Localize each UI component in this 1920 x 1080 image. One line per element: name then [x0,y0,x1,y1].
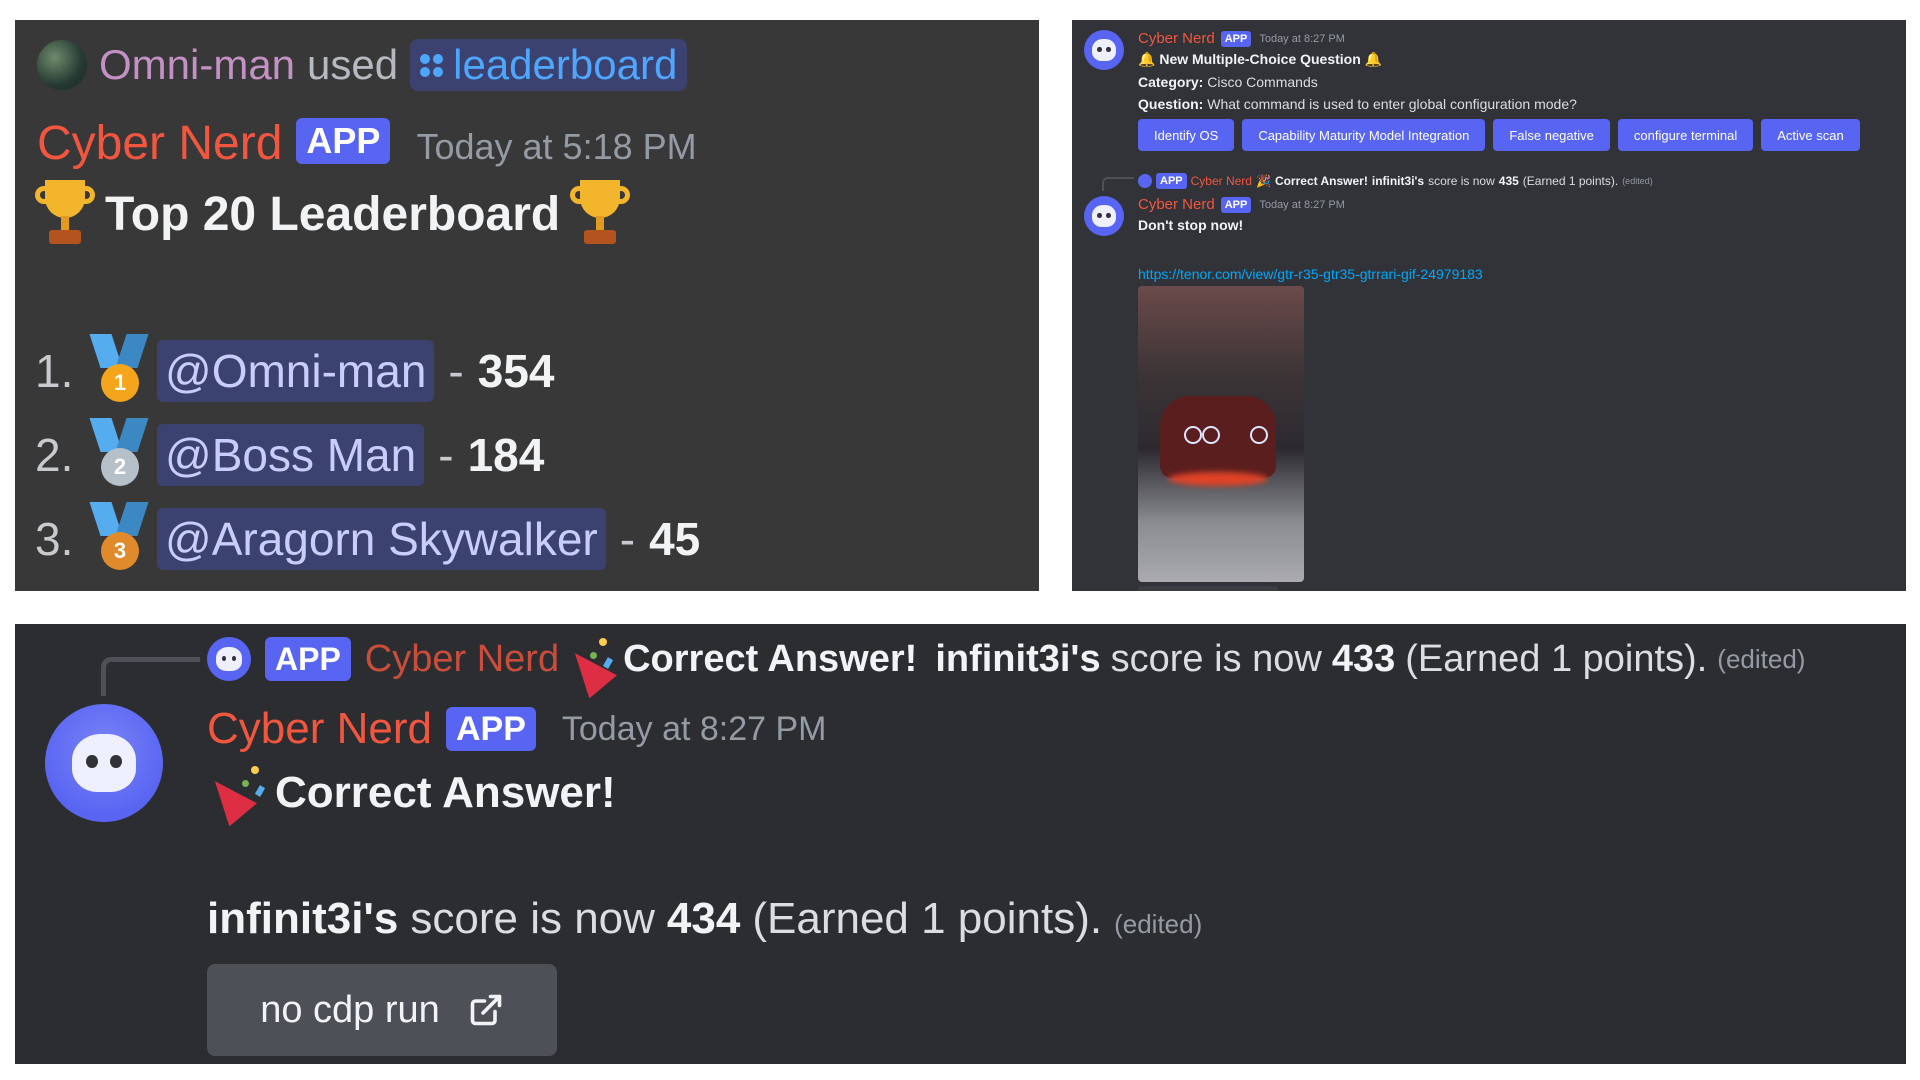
message-header: Cyber Nerd APP Today at 8:27 PM [1138,196,1345,213]
message-header: Cyber Nerd APP Today at 5:18 PM [37,116,697,171]
bot-avatar[interactable] [1084,196,1124,236]
choice-button[interactable]: configure terminal [1617,119,1754,151]
leaderboard-entry: 1. 1 @Omni-man - 354 [35,334,554,408]
bot-name[interactable]: Cyber Nerd [207,704,432,754]
command-name: leaderboard [453,41,678,88]
app-badge: APP [1220,30,1252,47]
answer-panel: APP Cyber Nerd Correct Answer! infinit3i… [15,624,1906,1064]
message-header: Cyber Nerd APP Today at 8:27 PM [207,704,827,754]
external-link-icon [470,994,502,1026]
choice-button[interactable]: Active scan [1761,119,1860,151]
rank-number: 2. [35,429,74,481]
bot-avatar[interactable] [45,704,163,822]
bot-name: Cyber Nerd [1190,174,1252,188]
bell-icon: 🔔 [1138,51,1156,67]
answer-heading: Correct Answer! [201,762,616,827]
bot-name[interactable]: Cyber Nerd [1138,30,1215,47]
leaderboard-entry: 3. 3 @Aragorn Skywalker - 45 [35,502,700,576]
bot-name: Cyber Nerd [364,637,560,680]
bot-avatar[interactable] [1084,30,1124,70]
app-badge: APP [1156,173,1187,189]
robot-icon [72,734,136,792]
invoker-name[interactable]: Omni-man [99,41,295,89]
app-badge: APP [265,637,351,681]
entry-score: 45 [649,513,701,565]
answer-choices: Identify OS Capability Maturity Model In… [1138,119,1860,151]
timestamp: Today at 8:27 PM [561,709,827,748]
leaderboard-panel: Omni-man used leaderboard Cyber Nerd APP… [15,20,1039,591]
replied-message[interactable]: APP Cyber Nerd 🎉 Correct Answer! infinit… [1138,173,1653,189]
bell-icon: 🔔 [1364,51,1383,67]
user-mention[interactable]: @Aragorn Skywalker [157,508,606,570]
reply-connector [101,657,200,696]
timestamp: Today at 8:27 PM [1259,198,1345,211]
timestamp: Today at 5:18 PM [416,126,697,167]
score-line: infinit3i's score is now 434 (Earned 1 p… [207,894,1203,943]
title-text: Top 20 Leaderboard [105,187,561,241]
party-popper-icon [201,762,266,827]
command-usage-line: Omni-man used leaderboard [37,34,688,96]
party-popper-icon [561,634,618,699]
question-line: Question: What command is used to enter … [1138,96,1577,112]
user-mention[interactable]: @Omni-man [157,340,435,402]
leaderboard-entry: 2. 2 @Boss Man - 184 [35,418,544,492]
question-heading: 🔔 New Multiple-Choice Question 🔔 [1138,51,1383,67]
app-badge: APP [1220,196,1252,213]
bot-name[interactable]: Cyber Nerd [1138,196,1215,213]
rank-number: 1. [35,345,74,397]
replied-message[interactable]: APP Cyber Nerd Correct Answer! infinit3i… [207,634,1805,699]
choice-button[interactable]: Capability Maturity Model Integration [1242,119,1486,151]
user-avatar[interactable] [37,40,87,90]
bot-name[interactable]: Cyber Nerd [37,116,282,171]
bot-avatar [207,637,251,681]
used-text: used [307,41,399,88]
robot-icon [216,647,242,671]
timestamp: Today at 8:27 PM [1259,32,1345,45]
message-header: Cyber Nerd APP Today at 8:27 PM [1138,30,1345,47]
entry-score: 354 [477,345,555,397]
party-popper-icon: 🎉 [1255,174,1271,188]
bot-avatar [1138,174,1152,188]
app-badge: APP [445,707,536,751]
robot-icon [1092,38,1116,62]
silver-medal-icon: 2 [89,418,149,492]
button-label: no cdp run [260,988,440,1031]
app-badge: APP [296,118,391,164]
trophy-icon [35,180,95,248]
category-line: Category: Cisco Commands [1138,74,1318,90]
bronze-medal-icon: 3 [89,502,149,576]
choice-button[interactable]: False negative [1493,119,1610,151]
command-chip[interactable]: leaderboard [410,39,688,91]
robot-icon [1092,204,1116,228]
message-text: Don't stop now! [1138,217,1244,233]
entry-score: 184 [467,429,545,481]
gif-embed[interactable] [1138,286,1304,582]
question-panel: Cyber Nerd APP Today at 8:27 PM 🔔 New Mu… [1072,20,1906,591]
gif-link[interactable]: https://tenor.com/view/gtr-r35-gtr35-gtr… [1138,266,1483,282]
external-link-button[interactable]: no cdp run [207,964,557,1056]
reply-connector [1102,177,1134,191]
user-mention[interactable]: @Boss Man [157,424,425,486]
rank-number: 3. [35,513,74,565]
choice-button[interactable]: Identify OS [1138,119,1235,151]
command-icon [420,53,444,77]
gold-medal-icon: 1 [89,334,149,408]
trophy-icon [570,180,631,248]
leaderboard-title: Top 20 Leaderboard [35,180,631,248]
